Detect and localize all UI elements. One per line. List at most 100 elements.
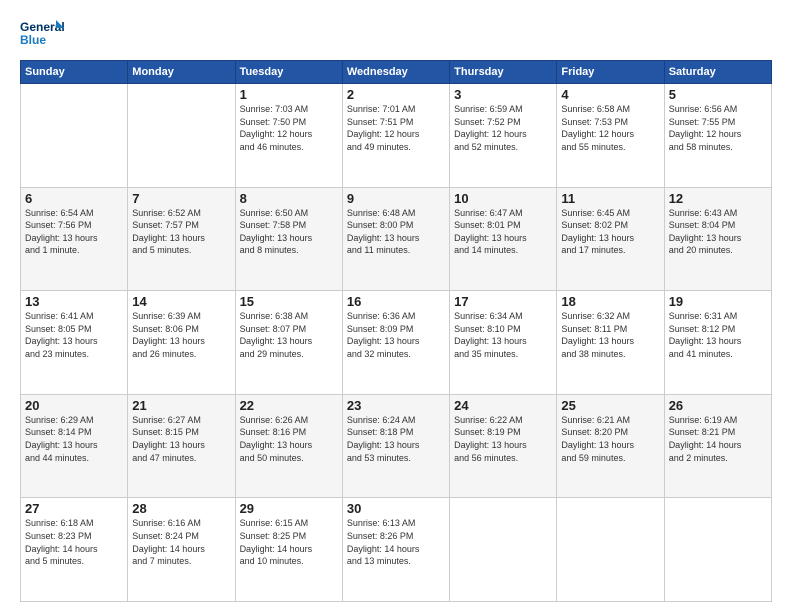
day-number: 21 (132, 398, 230, 413)
calendar-cell: 6Sunrise: 6:54 AM Sunset: 7:56 PM Daylig… (21, 187, 128, 291)
calendar-cell: 11Sunrise: 6:45 AM Sunset: 8:02 PM Dayli… (557, 187, 664, 291)
calendar-cell: 20Sunrise: 6:29 AM Sunset: 8:14 PM Dayli… (21, 394, 128, 498)
day-info: Sunrise: 6:58 AM Sunset: 7:53 PM Dayligh… (561, 103, 659, 153)
day-number: 4 (561, 87, 659, 102)
day-info: Sunrise: 6:15 AM Sunset: 8:25 PM Dayligh… (240, 517, 338, 567)
day-header-monday: Monday (128, 61, 235, 84)
day-header-sunday: Sunday (21, 61, 128, 84)
calendar-cell: 27Sunrise: 6:18 AM Sunset: 8:23 PM Dayli… (21, 498, 128, 602)
day-number: 2 (347, 87, 445, 102)
day-info: Sunrise: 6:59 AM Sunset: 7:52 PM Dayligh… (454, 103, 552, 153)
calendar-cell: 8Sunrise: 6:50 AM Sunset: 7:58 PM Daylig… (235, 187, 342, 291)
calendar-cell: 14Sunrise: 6:39 AM Sunset: 8:06 PM Dayli… (128, 291, 235, 395)
day-number: 3 (454, 87, 552, 102)
day-number: 5 (669, 87, 767, 102)
day-number: 12 (669, 191, 767, 206)
calendar-cell: 30Sunrise: 6:13 AM Sunset: 8:26 PM Dayli… (342, 498, 449, 602)
day-header-tuesday: Tuesday (235, 61, 342, 84)
calendar-header-row: SundayMondayTuesdayWednesdayThursdayFrid… (21, 61, 772, 84)
day-info: Sunrise: 6:13 AM Sunset: 8:26 PM Dayligh… (347, 517, 445, 567)
day-info: Sunrise: 6:18 AM Sunset: 8:23 PM Dayligh… (25, 517, 123, 567)
week-row-0: 1Sunrise: 7:03 AM Sunset: 7:50 PM Daylig… (21, 84, 772, 188)
calendar-cell (557, 498, 664, 602)
calendar-cell: 12Sunrise: 6:43 AM Sunset: 8:04 PM Dayli… (664, 187, 771, 291)
page: GeneralBlue SundayMondayTuesdayWednesday… (0, 0, 792, 612)
day-info: Sunrise: 6:21 AM Sunset: 8:20 PM Dayligh… (561, 414, 659, 464)
week-row-2: 13Sunrise: 6:41 AM Sunset: 8:05 PM Dayli… (21, 291, 772, 395)
day-info: Sunrise: 6:34 AM Sunset: 8:10 PM Dayligh… (454, 310, 552, 360)
day-info: Sunrise: 6:29 AM Sunset: 8:14 PM Dayligh… (25, 414, 123, 464)
calendar-cell: 26Sunrise: 6:19 AM Sunset: 8:21 PM Dayli… (664, 394, 771, 498)
calendar-cell: 29Sunrise: 6:15 AM Sunset: 8:25 PM Dayli… (235, 498, 342, 602)
day-info: Sunrise: 6:24 AM Sunset: 8:18 PM Dayligh… (347, 414, 445, 464)
day-number: 6 (25, 191, 123, 206)
day-number: 20 (25, 398, 123, 413)
calendar-cell: 5Sunrise: 6:56 AM Sunset: 7:55 PM Daylig… (664, 84, 771, 188)
day-number: 14 (132, 294, 230, 309)
day-info: Sunrise: 6:36 AM Sunset: 8:09 PM Dayligh… (347, 310, 445, 360)
day-info: Sunrise: 7:01 AM Sunset: 7:51 PM Dayligh… (347, 103, 445, 153)
day-number: 8 (240, 191, 338, 206)
day-number: 9 (347, 191, 445, 206)
day-number: 7 (132, 191, 230, 206)
day-number: 30 (347, 501, 445, 516)
calendar-cell: 24Sunrise: 6:22 AM Sunset: 8:19 PM Dayli… (450, 394, 557, 498)
calendar-cell: 10Sunrise: 6:47 AM Sunset: 8:01 PM Dayli… (450, 187, 557, 291)
day-info: Sunrise: 6:43 AM Sunset: 8:04 PM Dayligh… (669, 207, 767, 257)
day-number: 10 (454, 191, 552, 206)
day-info: Sunrise: 6:41 AM Sunset: 8:05 PM Dayligh… (25, 310, 123, 360)
calendar-cell: 4Sunrise: 6:58 AM Sunset: 7:53 PM Daylig… (557, 84, 664, 188)
day-info: Sunrise: 6:48 AM Sunset: 8:00 PM Dayligh… (347, 207, 445, 257)
day-info: Sunrise: 6:16 AM Sunset: 8:24 PM Dayligh… (132, 517, 230, 567)
calendar-cell (664, 498, 771, 602)
calendar-cell: 23Sunrise: 6:24 AM Sunset: 8:18 PM Dayli… (342, 394, 449, 498)
week-row-3: 20Sunrise: 6:29 AM Sunset: 8:14 PM Dayli… (21, 394, 772, 498)
calendar-cell: 13Sunrise: 6:41 AM Sunset: 8:05 PM Dayli… (21, 291, 128, 395)
calendar-cell: 28Sunrise: 6:16 AM Sunset: 8:24 PM Dayli… (128, 498, 235, 602)
day-number: 27 (25, 501, 123, 516)
day-info: Sunrise: 6:32 AM Sunset: 8:11 PM Dayligh… (561, 310, 659, 360)
day-number: 28 (132, 501, 230, 516)
day-header-thursday: Thursday (450, 61, 557, 84)
header: GeneralBlue (20, 16, 772, 52)
day-info: Sunrise: 6:54 AM Sunset: 7:56 PM Dayligh… (25, 207, 123, 257)
day-number: 1 (240, 87, 338, 102)
calendar-cell (450, 498, 557, 602)
logo: GeneralBlue (20, 16, 72, 52)
day-number: 24 (454, 398, 552, 413)
day-info: Sunrise: 6:31 AM Sunset: 8:12 PM Dayligh… (669, 310, 767, 360)
day-info: Sunrise: 6:19 AM Sunset: 8:21 PM Dayligh… (669, 414, 767, 464)
day-info: Sunrise: 6:27 AM Sunset: 8:15 PM Dayligh… (132, 414, 230, 464)
day-number: 15 (240, 294, 338, 309)
calendar-cell: 22Sunrise: 6:26 AM Sunset: 8:16 PM Dayli… (235, 394, 342, 498)
day-number: 23 (347, 398, 445, 413)
day-info: Sunrise: 6:52 AM Sunset: 7:57 PM Dayligh… (132, 207, 230, 257)
calendar-cell: 17Sunrise: 6:34 AM Sunset: 8:10 PM Dayli… (450, 291, 557, 395)
day-info: Sunrise: 6:39 AM Sunset: 8:06 PM Dayligh… (132, 310, 230, 360)
calendar-cell: 9Sunrise: 6:48 AM Sunset: 8:00 PM Daylig… (342, 187, 449, 291)
calendar-cell: 2Sunrise: 7:01 AM Sunset: 7:51 PM Daylig… (342, 84, 449, 188)
day-number: 16 (347, 294, 445, 309)
day-number: 19 (669, 294, 767, 309)
svg-text:Blue: Blue (20, 33, 46, 47)
day-info: Sunrise: 6:26 AM Sunset: 8:16 PM Dayligh… (240, 414, 338, 464)
calendar-cell: 3Sunrise: 6:59 AM Sunset: 7:52 PM Daylig… (450, 84, 557, 188)
day-number: 25 (561, 398, 659, 413)
week-row-1: 6Sunrise: 6:54 AM Sunset: 7:56 PM Daylig… (21, 187, 772, 291)
day-info: Sunrise: 7:03 AM Sunset: 7:50 PM Dayligh… (240, 103, 338, 153)
calendar-cell: 19Sunrise: 6:31 AM Sunset: 8:12 PM Dayli… (664, 291, 771, 395)
day-number: 22 (240, 398, 338, 413)
calendar-cell: 16Sunrise: 6:36 AM Sunset: 8:09 PM Dayli… (342, 291, 449, 395)
day-info: Sunrise: 6:50 AM Sunset: 7:58 PM Dayligh… (240, 207, 338, 257)
calendar-cell: 1Sunrise: 7:03 AM Sunset: 7:50 PM Daylig… (235, 84, 342, 188)
calendar-cell: 15Sunrise: 6:38 AM Sunset: 8:07 PM Dayli… (235, 291, 342, 395)
day-info: Sunrise: 6:47 AM Sunset: 8:01 PM Dayligh… (454, 207, 552, 257)
day-number: 26 (669, 398, 767, 413)
day-header-saturday: Saturday (664, 61, 771, 84)
day-number: 29 (240, 501, 338, 516)
calendar-cell: 25Sunrise: 6:21 AM Sunset: 8:20 PM Dayli… (557, 394, 664, 498)
day-header-wednesday: Wednesday (342, 61, 449, 84)
day-number: 11 (561, 191, 659, 206)
day-info: Sunrise: 6:22 AM Sunset: 8:19 PM Dayligh… (454, 414, 552, 464)
calendar-cell: 21Sunrise: 6:27 AM Sunset: 8:15 PM Dayli… (128, 394, 235, 498)
